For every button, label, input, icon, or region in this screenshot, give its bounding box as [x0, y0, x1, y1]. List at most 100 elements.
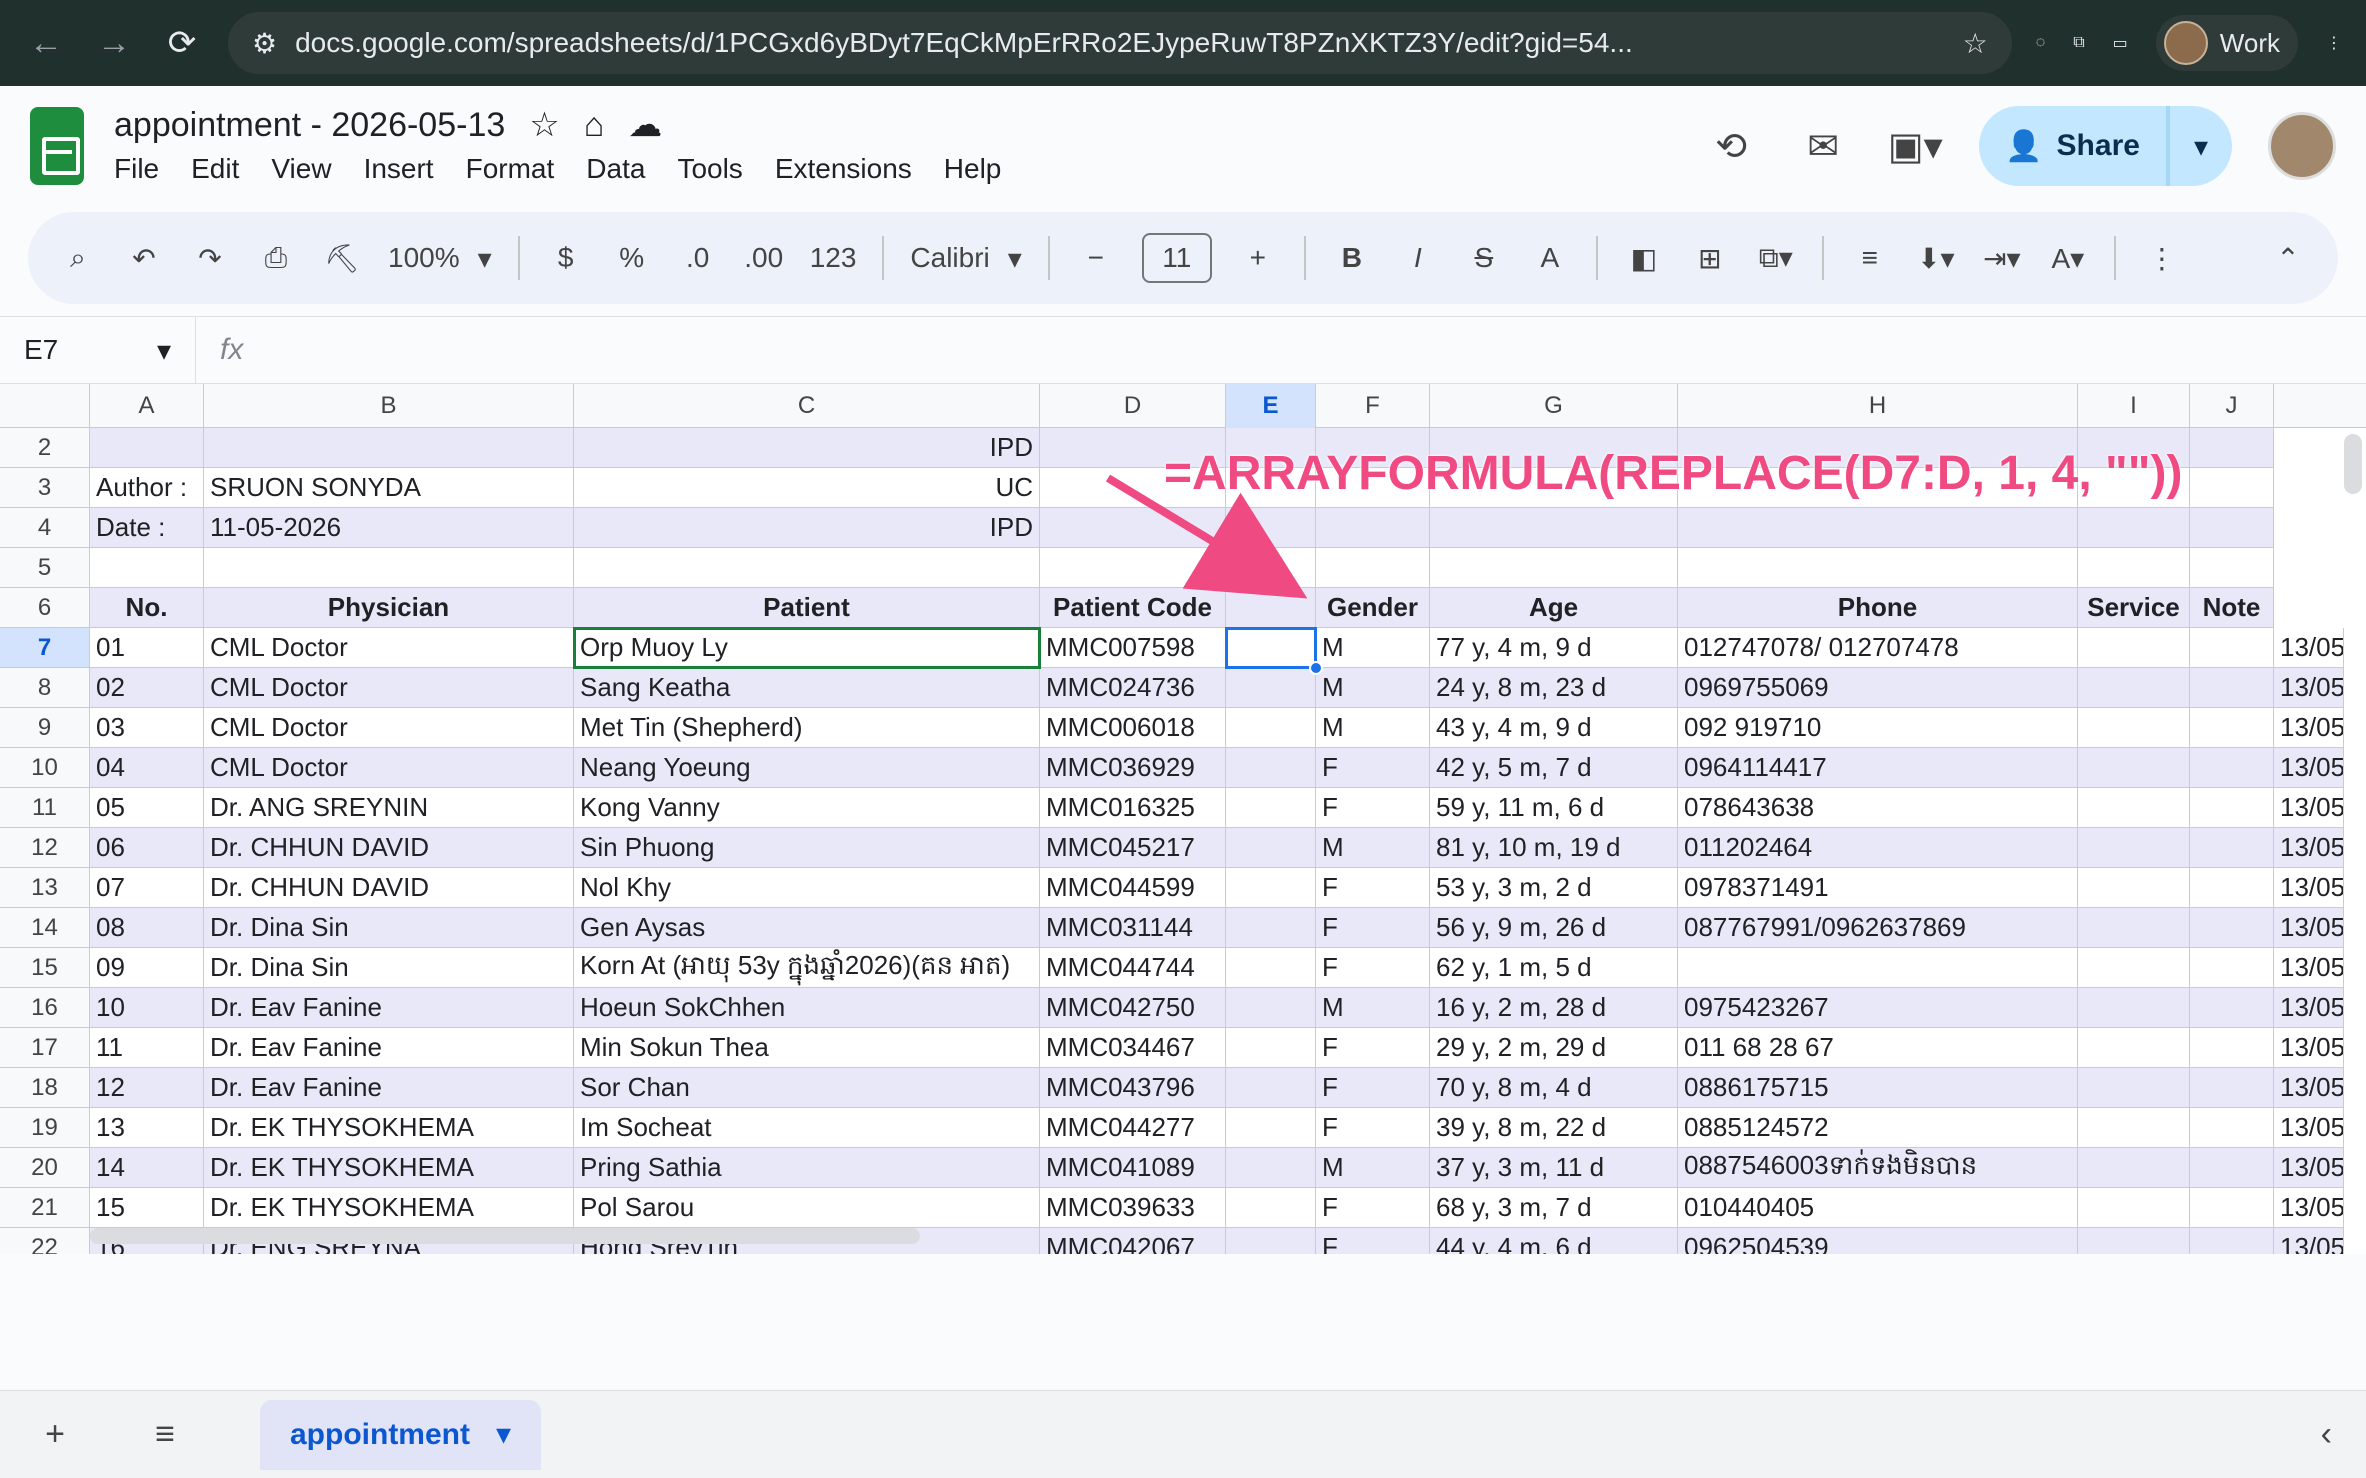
cell-service[interactable] [2078, 1228, 2190, 1254]
cell-no[interactable]: 06 [90, 828, 204, 868]
cell-date[interactable]: 13/05 [2274, 628, 2344, 668]
cell-no[interactable]: 05 [90, 788, 204, 828]
column-header-f[interactable]: F [1316, 384, 1430, 428]
cell-e[interactable] [1226, 948, 1316, 988]
menu-edit[interactable]: Edit [191, 151, 239, 187]
cell-a2[interactable] [90, 428, 204, 468]
back-arrow-icon[interactable]: ← [24, 21, 68, 65]
cell-service[interactable] [2078, 1028, 2190, 1068]
text-rotate-icon[interactable]: A▾ [2048, 233, 2088, 283]
cell-a4[interactable]: Date : [90, 508, 204, 548]
cell-date[interactable]: 13/05 [2274, 828, 2344, 868]
cell-gender[interactable]: F [1316, 788, 1430, 828]
cell-physician[interactable]: CML Doctor [204, 708, 574, 748]
cell-physician[interactable]: Dr. Dina Sin [204, 908, 574, 948]
strikethrough-button[interactable]: S [1464, 233, 1504, 283]
cell-e[interactable] [1226, 868, 1316, 908]
add-sheet-icon[interactable]: + [0, 1415, 110, 1454]
menu-view[interactable]: View [271, 151, 331, 187]
puzzle-icon[interactable]: ⧉ [2073, 34, 2084, 52]
menu-file[interactable]: File [114, 151, 159, 187]
table-header-a[interactable]: No. [90, 588, 204, 628]
undo-icon[interactable]: ↶ [124, 233, 164, 283]
cell-service[interactable] [2078, 788, 2190, 828]
cell-service[interactable] [2078, 748, 2190, 788]
cell-service[interactable] [2078, 1068, 2190, 1108]
cell-date[interactable]: 13/05 [2274, 948, 2344, 988]
cell-e4[interactable] [1226, 508, 1316, 548]
cell-phone[interactable]: 010440405 [1678, 1188, 2078, 1228]
cell-j3[interactable] [2190, 468, 2274, 508]
search-icon[interactable]: ⌕ [58, 233, 98, 283]
cell-gender[interactable]: F [1316, 1228, 1430, 1254]
sheets-logo-icon[interactable] [30, 107, 84, 185]
cell-patient[interactable]: Met Tin (Shepherd) [574, 708, 1040, 748]
cell-physician[interactable]: CML Doctor [204, 628, 574, 668]
cell-gender[interactable]: F [1316, 748, 1430, 788]
table-header-j[interactable]: Note [2190, 588, 2274, 628]
column-header-a[interactable]: A [90, 384, 204, 428]
cell-gender[interactable]: F [1316, 1108, 1430, 1148]
cell-note[interactable] [2190, 628, 2274, 668]
cell-note[interactable] [2190, 1108, 2274, 1148]
cell-i4[interactable] [2078, 508, 2190, 548]
collapse-toolbar-icon[interactable]: ⌃ [2268, 233, 2308, 283]
cell-age[interactable]: 43 y, 4 m, 9 d [1430, 708, 1678, 748]
cell-phone[interactable]: 011202464 [1678, 828, 2078, 868]
font-dropdown[interactable]: Calibri ▾ [910, 242, 1021, 275]
cell-service[interactable] [2078, 868, 2190, 908]
cell-phone[interactable]: 087767991/0962637869 [1678, 908, 2078, 948]
cell-e5[interactable] [1226, 548, 1316, 588]
cell-service[interactable] [2078, 988, 2190, 1028]
name-box[interactable]: E7 ▾ [0, 317, 196, 383]
row-header-5[interactable]: 5 [0, 548, 90, 588]
cell-patient[interactable]: Pring Sathia [574, 1148, 1040, 1188]
cell-date[interactable]: 13/05 [2274, 988, 2344, 1028]
cell-patient[interactable]: Sang Keatha [574, 668, 1040, 708]
cell-patient[interactable]: Nol Khy [574, 868, 1040, 908]
cell-e[interactable] [1226, 788, 1316, 828]
cloud-status-icon[interactable]: ☁ [628, 105, 662, 145]
cell-no[interactable]: 10 [90, 988, 204, 1028]
cell-age[interactable]: 16 y, 2 m, 28 d [1430, 988, 1678, 1028]
cell-age[interactable]: 56 y, 9 m, 26 d [1430, 908, 1678, 948]
cell-patient[interactable]: Pol Sarou [574, 1188, 1040, 1228]
cell-patient[interactable]: Im Socheat [574, 1108, 1040, 1148]
column-header-d[interactable]: D [1040, 384, 1226, 428]
cell-gender[interactable]: F [1316, 948, 1430, 988]
cell-note[interactable] [2190, 1188, 2274, 1228]
row-header-13[interactable]: 13 [0, 868, 90, 908]
cell-physician[interactable]: Dr. EK THYSOKHEMA [204, 1188, 574, 1228]
percent-format-button[interactable]: % [612, 233, 652, 283]
cell-patient-code[interactable]: MMC044599 [1040, 868, 1226, 908]
cell-physician[interactable]: Dr. ANG SREYNIN [204, 788, 574, 828]
cell-age[interactable]: 44 y, 4 m, 6 d [1430, 1228, 1678, 1254]
cell-patient-code[interactable]: MMC043796 [1040, 1068, 1226, 1108]
sheet-tab-appointment[interactable]: appointment ▾ [260, 1399, 542, 1470]
cell-b4[interactable]: 11-05-2026 [204, 508, 574, 548]
table-header-i[interactable]: Service [2078, 588, 2190, 628]
horizontal-align-button[interactable]: ≡ [1850, 233, 1890, 283]
cell-phone[interactable]: 0887546003ទាក់ទងមិនបាន [1678, 1148, 2078, 1188]
cell-c2[interactable]: IPD [574, 428, 1040, 468]
cell-note[interactable] [2190, 908, 2274, 948]
table-header-f[interactable]: Gender [1316, 588, 1430, 628]
table-header-e[interactable] [1226, 588, 1316, 628]
cell-gender[interactable]: M [1316, 1148, 1430, 1188]
spreadsheet-grid[interactable]: ABCDEFGHIJ 2 3 4 5 6 7 8 9 10 11 12 13 14 15 16 17 18 19 2… [0, 384, 2366, 1254]
row-header-16[interactable]: 16 [0, 988, 90, 1028]
cell-note[interactable] [2190, 1028, 2274, 1068]
row-header-19[interactable]: 19 [0, 1108, 90, 1148]
column-header-g[interactable]: G [1430, 384, 1678, 428]
cell-physician[interactable]: Dr. Eav Fanine [204, 1068, 574, 1108]
cell-c3[interactable]: UC [574, 468, 1040, 508]
cell-patient[interactable]: Kong Vanny [574, 788, 1040, 828]
cell-phone[interactable]: 0969755069 [1678, 668, 2078, 708]
document-title[interactable]: appointment - 2026-05-13 [114, 106, 505, 145]
row-header-15[interactable]: 15 [0, 948, 90, 988]
font-size-input[interactable]: 11 [1141, 233, 1212, 283]
cell-phone[interactable] [1678, 948, 2078, 988]
cell-note[interactable] [2190, 828, 2274, 868]
cell-phone[interactable]: 0886175715 [1678, 1068, 2078, 1108]
print-icon[interactable]: ⎙ [256, 233, 296, 283]
